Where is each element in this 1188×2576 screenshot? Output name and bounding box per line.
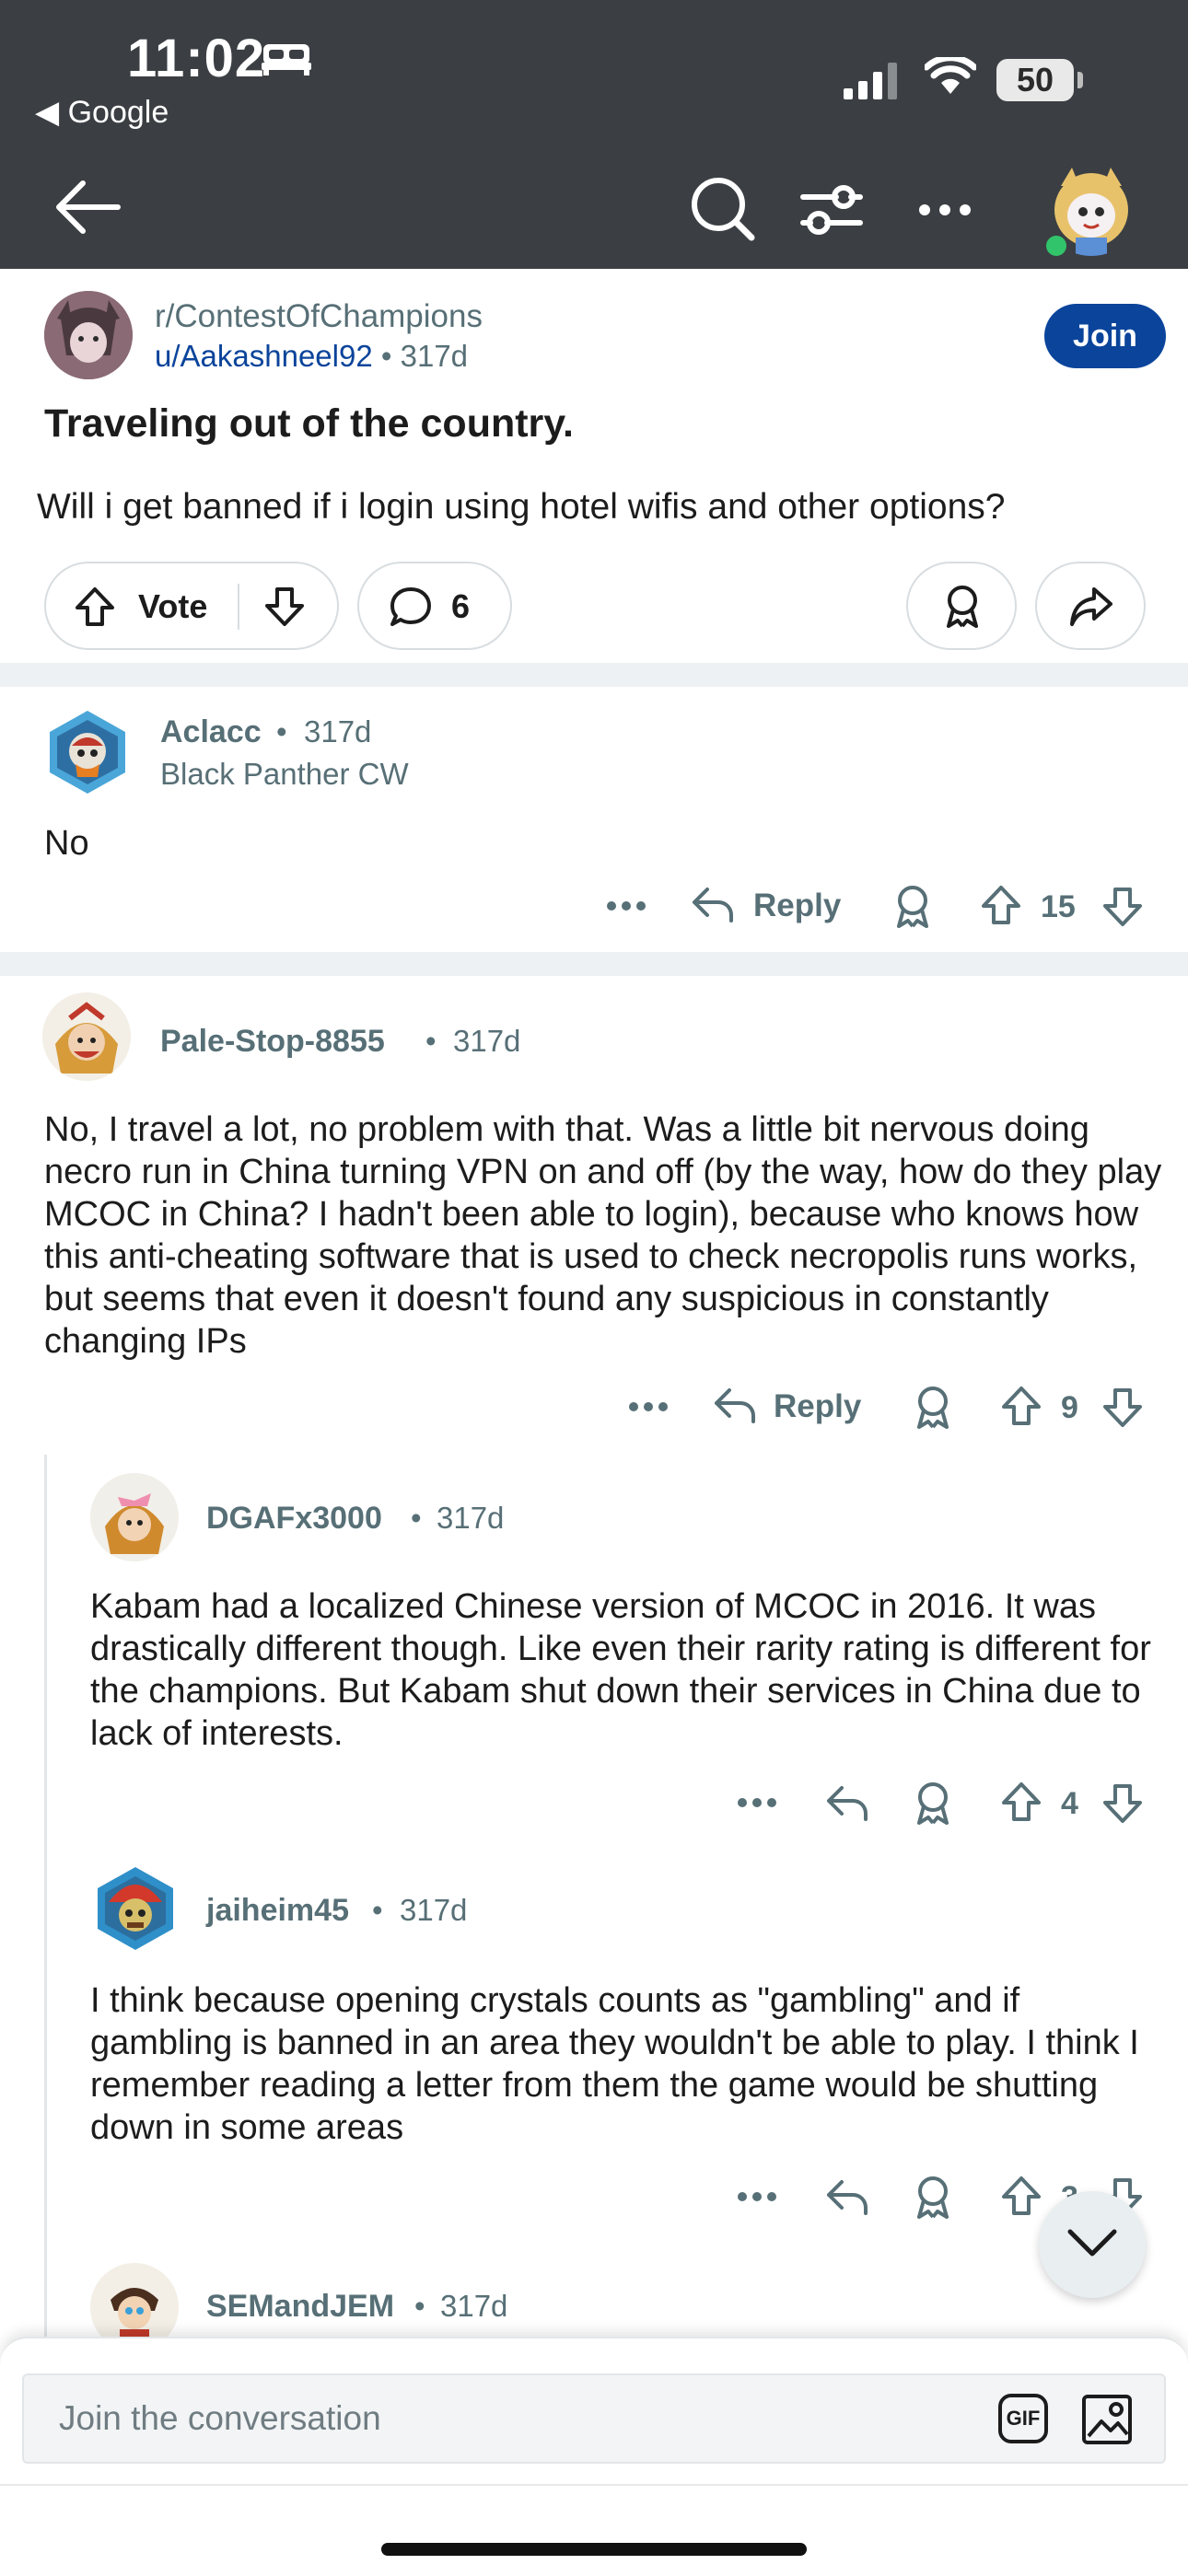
filter-icon[interactable] bbox=[799, 182, 864, 238]
downvote-icon[interactable] bbox=[1101, 1782, 1144, 1825]
award-button[interactable] bbox=[906, 562, 1017, 650]
reply-arrow-icon bbox=[691, 884, 735, 924]
search-icon[interactable] bbox=[689, 175, 755, 241]
comment-body: Kabam had a localized Chinese version of… bbox=[90, 1587, 1151, 1753]
downvote-icon[interactable] bbox=[1101, 886, 1144, 928]
comment-age: 317d bbox=[437, 1501, 505, 1535]
comment-score: 15 bbox=[1041, 889, 1076, 924]
composer-panel: Join the conversation GIF bbox=[0, 2337, 1188, 2576]
comment-body: No, I travel a lot, no problem with that… bbox=[44, 1110, 1162, 1361]
upvote-icon[interactable] bbox=[1000, 2175, 1042, 2217]
join-button[interactable]: Join bbox=[1044, 304, 1166, 368]
upvote-icon[interactable] bbox=[1000, 1385, 1042, 1427]
share-button[interactable] bbox=[1035, 562, 1146, 650]
downvote-icon[interactable] bbox=[263, 586, 306, 628]
comment-author[interactable]: SEMandJEM bbox=[206, 2289, 394, 2325]
comment-bubble-icon bbox=[389, 586, 433, 630]
app-header: 11:02 ◀ Google 50 bbox=[0, 0, 1188, 269]
comment-score: 4 bbox=[1061, 1786, 1078, 1821]
back-triangle-icon: ◀ bbox=[35, 95, 68, 130]
comment-avatar[interactable] bbox=[90, 1473, 179, 1561]
meta-separator: • bbox=[411, 1501, 422, 1535]
vote-label: Vote bbox=[138, 587, 208, 625]
more-options-icon[interactable] bbox=[917, 197, 973, 223]
status-time: 11:02 bbox=[127, 29, 266, 88]
comment-age: 317d bbox=[304, 714, 372, 748]
post-body: Will i get banned if i login using hotel… bbox=[37, 487, 1006, 527]
post-title: Traveling out of the country. bbox=[44, 401, 574, 446]
comment-age: 317d bbox=[400, 1893, 468, 1927]
upvote-icon[interactable] bbox=[74, 586, 116, 628]
comment-input[interactable]: Join the conversation GIF bbox=[22, 2373, 1166, 2464]
online-status-indicator bbox=[1043, 233, 1069, 259]
award-icon[interactable] bbox=[912, 2175, 954, 2221]
more-options-icon[interactable] bbox=[737, 2187, 777, 2206]
gif-label: GIF bbox=[1006, 2407, 1041, 2430]
gif-button[interactable]: GIF bbox=[998, 2394, 1048, 2443]
comment-age: 317d bbox=[453, 1024, 521, 1058]
comment-count: 6 bbox=[451, 587, 471, 625]
award-icon[interactable] bbox=[912, 1385, 954, 1431]
comment-author[interactable]: Pale-Stop-8855 bbox=[160, 1024, 385, 1060]
comment-avatar[interactable] bbox=[92, 1865, 179, 1952]
meta-separator: • bbox=[276, 714, 287, 748]
thread-line bbox=[44, 1455, 47, 2338]
share-icon bbox=[1068, 586, 1114, 628]
reply-arrow-icon[interactable] bbox=[825, 2176, 869, 2217]
more-options-icon[interactable] bbox=[737, 1793, 777, 1812]
upvote-icon[interactable] bbox=[980, 884, 1022, 926]
vote-control: Vote bbox=[44, 562, 339, 650]
image-upload-icon[interactable] bbox=[1081, 2394, 1133, 2445]
reply-label: Reply bbox=[753, 888, 842, 923]
comment-author[interactable]: jaiheim45 bbox=[206, 1893, 349, 1929]
cellular-signal-icon bbox=[842, 61, 904, 101]
award-icon bbox=[941, 584, 984, 630]
more-options-icon[interactable] bbox=[628, 1398, 669, 1416]
battery-indicator: 50 bbox=[996, 59, 1074, 101]
sleep-mode-icon bbox=[260, 41, 313, 77]
more-options-icon[interactable] bbox=[606, 897, 646, 915]
user-flair: Black Panther CW bbox=[160, 757, 409, 791]
reply-arrow-icon bbox=[713, 1385, 757, 1425]
subreddit-avatar[interactable] bbox=[44, 291, 133, 379]
comments-button[interactable]: 6 bbox=[357, 562, 512, 650]
battery-tip bbox=[1077, 72, 1083, 88]
comment-author[interactable]: Aclacc bbox=[160, 714, 262, 750]
post-author-line: u/Aakashneel92 • 317d bbox=[155, 339, 468, 374]
subreddit-name[interactable]: r/ContestOfChampions bbox=[155, 298, 483, 335]
reply-label: Reply bbox=[774, 1388, 862, 1424]
meta-separator: • bbox=[372, 1893, 383, 1927]
comment-avatar[interactable] bbox=[44, 709, 131, 795]
post-age: 317d bbox=[400, 339, 469, 373]
meta-separator: • bbox=[425, 1024, 437, 1058]
comment-avatar[interactable] bbox=[42, 992, 131, 1081]
reply-arrow-icon[interactable] bbox=[825, 1782, 869, 1823]
post-author[interactable]: u/Aakashneel92 bbox=[155, 339, 373, 373]
composer-divider bbox=[0, 2484, 1188, 2486]
comment-body: No bbox=[44, 824, 89, 863]
home-indicator[interactable] bbox=[381, 2543, 807, 2556]
wifi-icon bbox=[925, 57, 976, 98]
section-divider bbox=[0, 663, 1188, 687]
scroll-down-button[interactable] bbox=[1039, 2191, 1146, 2298]
back-to-app[interactable]: ◀ Google bbox=[35, 94, 169, 131]
award-icon[interactable] bbox=[891, 884, 934, 930]
chevron-down-icon bbox=[1066, 2226, 1118, 2259]
downvote-icon[interactable] bbox=[1101, 1387, 1144, 1429]
vote-divider bbox=[238, 584, 239, 630]
comment-author[interactable]: DGAFx3000 bbox=[206, 1501, 382, 1537]
back-arrow-icon[interactable] bbox=[53, 179, 122, 236]
comment-body: I think because opening crystals counts … bbox=[90, 1981, 1139, 2147]
meta-separator: • bbox=[380, 339, 401, 373]
comment-age: 317d bbox=[440, 2289, 508, 2323]
meta-separator: • bbox=[414, 2289, 425, 2323]
section-divider bbox=[0, 952, 1188, 976]
comment-score: 9 bbox=[1061, 1390, 1078, 1425]
comment-input-placeholder: Join the conversation bbox=[59, 2399, 381, 2437]
upvote-icon[interactable] bbox=[1000, 1781, 1042, 1823]
award-icon[interactable] bbox=[912, 1781, 954, 1827]
